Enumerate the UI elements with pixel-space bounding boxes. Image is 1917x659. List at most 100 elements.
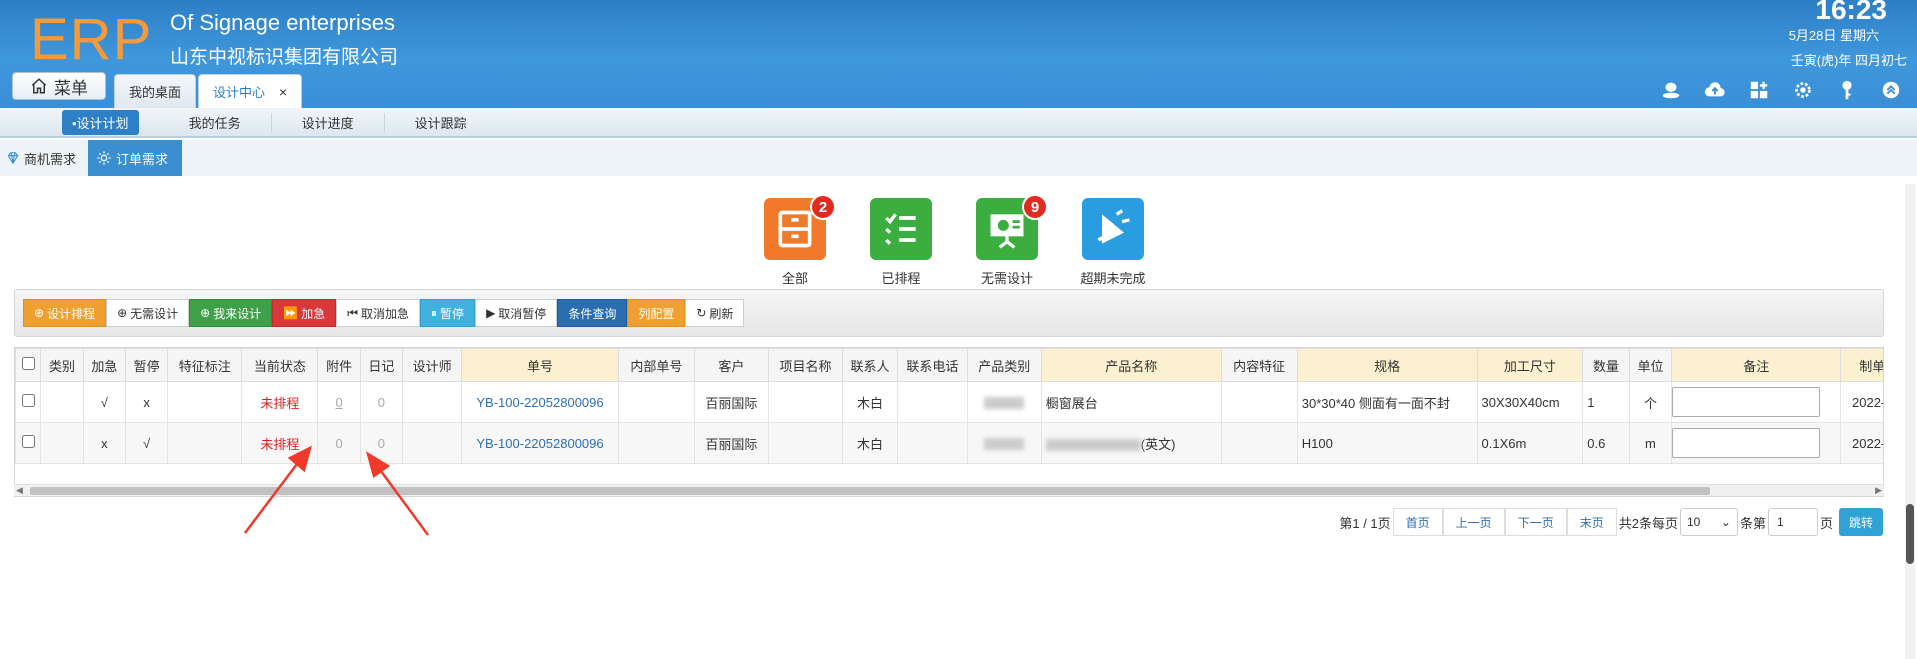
column-header[interactable]: 特征标注 (167, 348, 243, 382)
chevron-down-icon: ⌄ (1720, 515, 1731, 529)
column-config-button[interactable]: 列配置 (627, 299, 686, 327)
column-header[interactable]: 项目名称 (767, 348, 843, 382)
quantity-cell: 0.6 (1582, 422, 1630, 464)
home-icon (31, 78, 47, 94)
order-number-link[interactable]: YB-100-22052800096 (461, 381, 619, 423)
first-page-button[interactable]: 首页 (1392, 508, 1443, 536)
order-number-link[interactable]: YB-100-22052800096 (461, 422, 619, 464)
scrollbar-thumb[interactable] (1906, 504, 1914, 564)
column-header[interactable]: 加急 (82, 348, 126, 382)
page-size-value: 10 (1686, 515, 1701, 529)
row-checkbox[interactable] (21, 394, 35, 407)
column-header[interactable]: 当前状态 (241, 348, 319, 382)
note-textarea[interactable] (1672, 428, 1821, 458)
select-all-checkbox[interactable] (21, 357, 35, 370)
bell-icon (1082, 198, 1144, 260)
column-header[interactable]: 设计师 (402, 348, 463, 382)
column-header[interactable]: 备注 (1671, 348, 1842, 382)
horizontal-scrollbar[interactable]: ◀ ▶ (14, 484, 1884, 496)
card-scheduled[interactable]: 已排程 (866, 198, 936, 287)
table-row[interactable]: √ x 未排程 0 0 YB-100-22052800096 百丽国际 木白 橱… (15, 381, 1883, 423)
table-row[interactable]: x √ 未排程 0 0 YB-100-22052800096 百丽国际 木白 (… (15, 422, 1883, 464)
column-header[interactable]: 单位 (1628, 348, 1673, 382)
column-header[interactable]: 产品类别 (966, 348, 1042, 382)
diary-cell[interactable]: 0 (359, 422, 404, 464)
close-icon[interactable]: × (279, 84, 287, 100)
dashboard-icon[interactable] (1747, 78, 1771, 102)
urgent-cell: √ (82, 381, 126, 423)
tab-label: 我的桌面 (129, 85, 182, 100)
note-textarea[interactable] (1672, 387, 1821, 417)
column-header[interactable]: 加工尺寸 (1476, 348, 1584, 382)
subnav-design-tracking[interactable]: 设计跟踪 (385, 113, 497, 132)
plus-icon: ⊕ (200, 306, 211, 320)
condition-query-button[interactable]: 条件查询 (557, 299, 628, 327)
urgent-button[interactable]: ⏩ 加急 (272, 299, 337, 327)
category-cell (40, 422, 84, 464)
column-header[interactable]: 类别 (40, 348, 84, 382)
card-all[interactable]: 2 全部 (760, 194, 836, 287)
project-cell (767, 381, 843, 423)
card-badge: 9 (1022, 194, 1048, 220)
card-no-design[interactable]: 9 无需设计 (972, 194, 1048, 287)
scroll-right-icon[interactable]: ▶ (1875, 485, 1882, 496)
card-overdue[interactable]: 超期未完成 (1078, 198, 1148, 287)
user-icon[interactable] (1659, 78, 1683, 102)
vertical-scrollbar[interactable] (1905, 184, 1915, 659)
tab-my-desktop[interactable]: 我的桌面 (114, 74, 197, 108)
no-design-button[interactable]: ⊕ 无需设计 (106, 299, 190, 327)
column-header[interactable]: 联系人 (841, 348, 898, 382)
scrollbar-thumb[interactable] (30, 487, 1710, 495)
scroll-left-icon[interactable]: ◀ (16, 485, 23, 496)
menu-button[interactable]: 菜单 (12, 72, 106, 100)
column-header[interactable]: 附件 (317, 348, 361, 382)
go-button[interactable]: 跳转 (1838, 508, 1883, 536)
tab-order-demand[interactable]: 订单需求 (88, 140, 183, 176)
column-header[interactable]: 制单日期 (1840, 348, 1883, 382)
page-size-select[interactable]: 10 ⌄ (1679, 508, 1738, 536)
tab-design-center[interactable]: 设计中心 × (198, 74, 303, 108)
attachment-cell[interactable]: 0 (317, 422, 361, 464)
pause-button[interactable]: ⏸ 暂停 (420, 299, 476, 327)
cancel-pause-button[interactable]: ▶ 取消暂停 (475, 299, 558, 327)
key-icon[interactable] (1835, 78, 1859, 102)
page-number-input[interactable]: 1 (1767, 508, 1818, 536)
cloud-upload-icon[interactable] (1703, 78, 1727, 102)
sun-icon (97, 151, 111, 165)
date-cell: 2022-05-28 (1840, 422, 1883, 464)
attachment-cell[interactable]: 0 (317, 381, 361, 423)
subnav-my-tasks[interactable]: 我的任务 (159, 112, 272, 132)
column-header[interactable]: 内容特征 (1220, 348, 1298, 382)
collapse-icon[interactable] (1879, 78, 1903, 102)
button-label: 无需设计 (130, 306, 179, 321)
column-header[interactable]: 日记 (359, 348, 404, 382)
subnav-design-progress[interactable]: 设计进度 (272, 112, 385, 132)
quantity-cell: 1 (1582, 381, 1630, 423)
column-header[interactable]: 规格 (1296, 348, 1478, 382)
column-header[interactable]: 数量 (1582, 348, 1630, 382)
prev-page-button[interactable]: 上一页 (1442, 508, 1505, 536)
column-header[interactable]: 暂停 (124, 348, 169, 382)
column-header[interactable]: 产品名称 (1040, 348, 1222, 382)
i-design-button[interactable]: ⊕ 我来设计 (189, 299, 273, 327)
diary-cell[interactable]: 0 (359, 381, 404, 423)
subnav-design-plan[interactable]: •设计计划 (62, 109, 139, 135)
schedule-design-button[interactable]: ⊕ 设计排程 (23, 299, 107, 327)
cancel-urgent-button[interactable]: ⏮ 取消加急 (336, 299, 421, 327)
tab-opportunity-demand[interactable]: 商机需求 (0, 140, 88, 176)
app-header: ERP Of Signage enterprises 山东中视标识集团有限公司 … (0, 0, 1917, 108)
column-header[interactable]: 客户 (693, 348, 769, 382)
demand-tabs: 商机需求 订单需求 (0, 140, 1917, 176)
next-page-button[interactable]: 下一页 (1504, 508, 1567, 536)
row-checkbox[interactable] (21, 435, 35, 448)
last-page-button[interactable]: 末页 (1566, 508, 1617, 536)
status-cell: 未排程 (241, 422, 319, 464)
inner-number-cell (617, 381, 695, 423)
unit-cell: m (1628, 422, 1673, 464)
column-header[interactable]: 单号 (461, 348, 619, 382)
column-header[interactable]: 内部单号 (617, 348, 695, 382)
gear-icon[interactable] (1791, 78, 1815, 102)
column-header[interactable]: 联系电话 (896, 348, 968, 382)
refresh-button[interactable]: ↻ 刷新 (685, 299, 745, 327)
product-category-cell (966, 422, 1042, 464)
